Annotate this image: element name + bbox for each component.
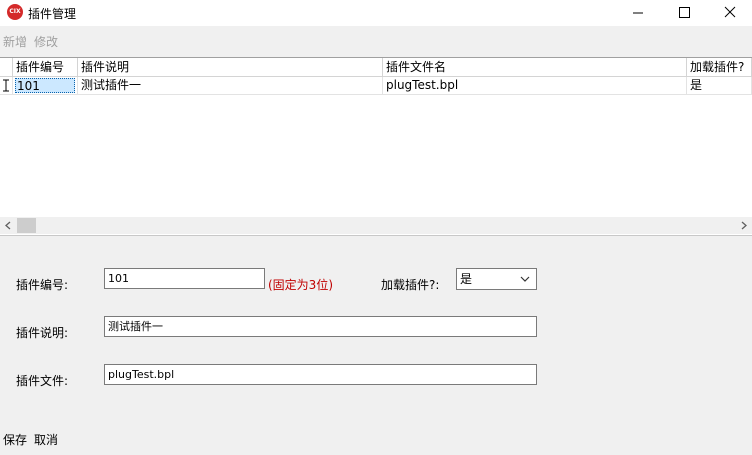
add-button[interactable]: 新增: [3, 33, 27, 50]
app-logo-icon: CIX: [7, 4, 23, 20]
grid-cell-plugin-no[interactable]: 101: [13, 77, 78, 95]
plugin-no-label: 插件编号:: [16, 278, 69, 292]
scroll-right-icon[interactable]: [740, 221, 748, 230]
plugin-desc-input[interactable]: 测试插件一: [104, 316, 537, 337]
column-header-plugin-file[interactable]: 插件文件名: [383, 58, 687, 77]
horizontal-scrollbar[interactable]: [0, 217, 752, 234]
plugin-no-hint: (固定为3位): [268, 278, 333, 292]
plugin-no-input[interactable]: 101: [104, 268, 265, 289]
plugin-file-label: 插件文件:: [16, 374, 69, 388]
ibeam-cursor-icon: [3, 79, 9, 92]
maximize-button[interactable]: [661, 0, 707, 26]
column-header-plugin-desc[interactable]: 插件说明: [78, 58, 383, 77]
plugin-grid[interactable]: 插件编号 插件说明 插件文件名 加载插件? 101 测试插件一 plugTest…: [0, 57, 752, 236]
grid-cell-plugin-desc[interactable]: 测试插件一: [78, 77, 383, 95]
maximize-icon: [679, 7, 690, 18]
column-header-load-plugin[interactable]: 加载插件?: [687, 58, 752, 77]
grid-indicator-header: [0, 58, 13, 77]
plugin-desc-label: 插件说明:: [16, 326, 69, 340]
cancel-button[interactable]: 取消: [34, 431, 58, 448]
column-header-plugin-no[interactable]: 插件编号: [13, 58, 78, 77]
grid-cell-load-plugin[interactable]: 是: [687, 77, 752, 95]
grid-cell-plugin-no-value: 101: [15, 78, 75, 93]
load-plugin-select[interactable]: 是: [456, 268, 537, 290]
close-button[interactable]: [707, 0, 752, 26]
scrollbar-thumb[interactable]: [17, 218, 36, 233]
minimize-icon: [633, 12, 643, 14]
title-bar: CIX 插件管理: [0, 0, 752, 26]
window-title: 插件管理: [28, 7, 77, 21]
save-button[interactable]: 保存: [3, 431, 27, 448]
load-plugin-label: 加载插件?:: [381, 278, 440, 292]
load-plugin-selected-value: 是: [460, 272, 473, 286]
scroll-left-icon[interactable]: [4, 221, 12, 230]
minimize-button[interactable]: [615, 0, 661, 26]
plugin-file-input[interactable]: plugTest.bpl: [104, 364, 537, 385]
close-icon: [724, 6, 736, 18]
chevron-down-icon: [520, 276, 530, 282]
edit-button[interactable]: 修改: [34, 33, 58, 50]
grid-cell-plugin-file[interactable]: plugTest.bpl: [383, 77, 687, 95]
row-indicator: [0, 77, 13, 95]
